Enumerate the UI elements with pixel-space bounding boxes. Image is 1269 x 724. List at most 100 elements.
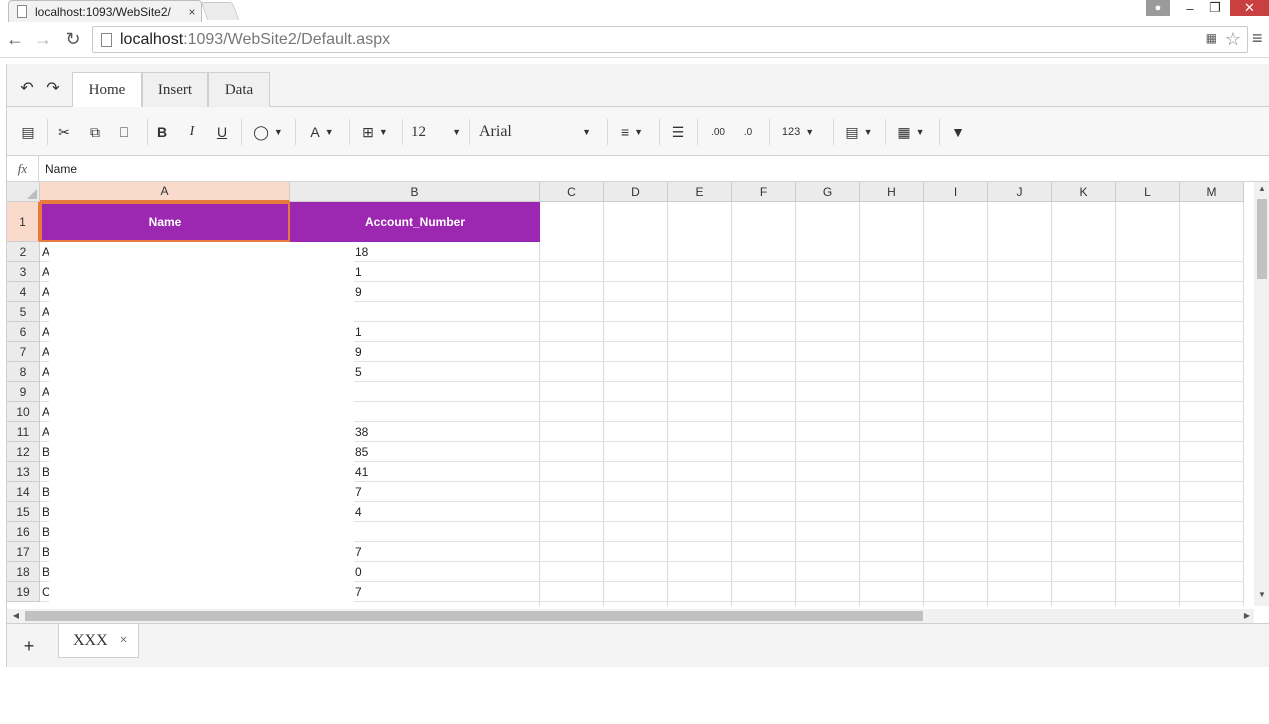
cell-b[interactable]: 38 [355,425,368,439]
browser-menu-icon[interactable]: ≡ [1252,28,1269,50]
row-header[interactable]: 6 [7,322,40,342]
column-header-k[interactable]: K [1052,182,1116,202]
row-header[interactable]: 2 [7,242,40,262]
italic-button[interactable]: I [183,123,201,141]
cell-b[interactable]: 7 [355,485,362,499]
font-size-dropdown[interactable]: 12 ▼ [411,123,461,141]
column-header-c[interactable]: C [540,182,604,202]
cell-b[interactable]: 85 [355,445,368,459]
paste-special-icon[interactable]: ▤ [19,123,37,141]
translate-icon[interactable]: ▦ [1206,31,1217,45]
cell-b[interactable]: 41 [355,465,368,479]
select-all-corner[interactable] [7,182,40,202]
close-sheet-icon[interactable]: × [120,633,128,649]
bookmark-star-icon[interactable]: ☆ [1225,29,1241,50]
column-header-m[interactable]: M [1180,182,1244,202]
back-icon[interactable]: ← [4,28,26,50]
new-tab-button[interactable] [200,2,240,20]
cell-b[interactable]: 7 [355,585,362,599]
paste-icon[interactable]: ⎕ [115,123,133,141]
sheet-tab[interactable]: XXX × [58,624,139,658]
close-tab-icon[interactable]: × [183,5,201,19]
row-header[interactable]: 5 [7,302,40,322]
column-header-f[interactable]: F [732,182,796,202]
spreadsheet-grid[interactable]: A B C D E F G H I J K L M 1 Name Account_Number 2 A 18 3 A 1 4… [7,182,1254,606]
scroll-left-icon[interactable]: ◀ [9,609,23,623]
cell-b[interactable]: 18 [355,245,368,259]
reload-icon[interactable]: ↻ [62,28,84,50]
forward-icon[interactable]: → [32,28,54,50]
cell-b[interactable]: 1 [355,325,362,339]
cell-a1[interactable]: Name [40,202,290,242]
cell-b[interactable]: 4 [355,505,362,519]
vertical-scrollbar[interactable]: ▲ ▼ [1254,182,1269,606]
add-sheet-button[interactable]: + [19,636,39,656]
row-header[interactable]: 12 [7,442,40,462]
borders-dropdown[interactable]: ⊞ ▼ [359,123,391,141]
column-header-e[interactable]: E [668,182,732,202]
font-color-dropdown[interactable]: A ▼ [307,123,337,141]
column-header-g[interactable]: G [796,182,860,202]
row-header[interactable]: 1 [7,202,40,242]
column-header-l[interactable]: L [1116,182,1180,202]
row-header[interactable]: 4 [7,282,40,302]
format-table-dropdown[interactable]: ▦ ▼ [895,123,927,141]
row-header[interactable]: 18 [7,562,40,582]
address-input[interactable]: localhost:1093/WebSite2/Default.aspx ▦ ☆ [92,26,1248,53]
cell-b[interactable]: 9 [355,345,362,359]
vertical-scroll-thumb[interactable] [1257,199,1267,279]
row-header[interactable]: 13 [7,462,40,482]
tab-insert[interactable]: Insert [142,72,208,108]
undo-icon[interactable]: ↶ [17,78,37,97]
decrease-decimal-icon[interactable]: .0 [737,123,759,141]
horizontal-scrollbar[interactable]: ◀ ▶ [7,609,1254,623]
minimize-button[interactable]: – [1180,0,1200,16]
row-header[interactable]: 10 [7,402,40,422]
formula-input[interactable]: Name [45,162,77,176]
cut-icon[interactable]: ✂ [55,123,73,141]
column-header-h[interactable]: H [860,182,924,202]
row-header[interactable]: 15 [7,502,40,522]
bold-button[interactable]: B [153,123,171,141]
row-header[interactable]: 3 [7,262,40,282]
align-dropdown[interactable]: ≡ ▼ [617,123,647,141]
user-icon[interactable]: ● [1146,0,1170,16]
column-header-i[interactable]: I [924,182,988,202]
row-header[interactable]: 9 [7,382,40,402]
cell-b[interactable]: 0 [355,565,362,579]
horizontal-scroll-thumb[interactable] [25,611,923,621]
fill-color-dropdown[interactable]: ◯ ▼ [251,123,285,141]
cell-b[interactable]: 9 [355,285,362,299]
row-header[interactable]: 19 [7,582,40,602]
row-header[interactable]: 17 [7,542,40,562]
row-header[interactable]: 16 [7,522,40,542]
column-header-b[interactable]: B [290,182,540,202]
row-header[interactable]: 7 [7,342,40,362]
increase-decimal-icon[interactable]: .00 [707,123,729,141]
row-header[interactable]: 11 [7,422,40,442]
scroll-up-icon[interactable]: ▲ [1254,184,1269,198]
cell-b[interactable]: 5 [355,365,362,379]
maximize-button[interactable]: ❐ [1205,0,1225,16]
cell-b[interactable]: 7 [355,545,362,559]
filter-icon[interactable]: ▼ [949,123,967,141]
cell-b[interactable]: 1 [355,265,362,279]
column-header-j[interactable]: J [988,182,1052,202]
cell-b1[interactable]: Account_Number [290,202,540,242]
row-header[interactable]: 14 [7,482,40,502]
scroll-right-icon[interactable]: ▶ [1240,609,1254,623]
column-header-a[interactable]: A [40,182,290,202]
wrap-text-icon[interactable]: ☰ [669,123,687,141]
column-header-d[interactable]: D [604,182,668,202]
font-name-dropdown[interactable]: Arial ▼ [479,123,591,141]
number-format-dropdown[interactable]: 123 ▼ [777,123,819,141]
browser-tab[interactable]: localhost:1093/WebSite2/ × [8,0,202,22]
close-window-button[interactable]: ✕ [1230,0,1269,16]
copy-icon[interactable]: ⧉ [86,123,104,141]
redo-icon[interactable]: ↷ [43,78,63,97]
underline-button[interactable]: U [213,123,231,141]
tab-home[interactable]: Home [72,72,142,108]
tab-data[interactable]: Data [208,72,270,108]
row-header[interactable]: 8 [7,362,40,382]
merge-cells-dropdown[interactable]: ▤ ▼ [843,123,875,141]
